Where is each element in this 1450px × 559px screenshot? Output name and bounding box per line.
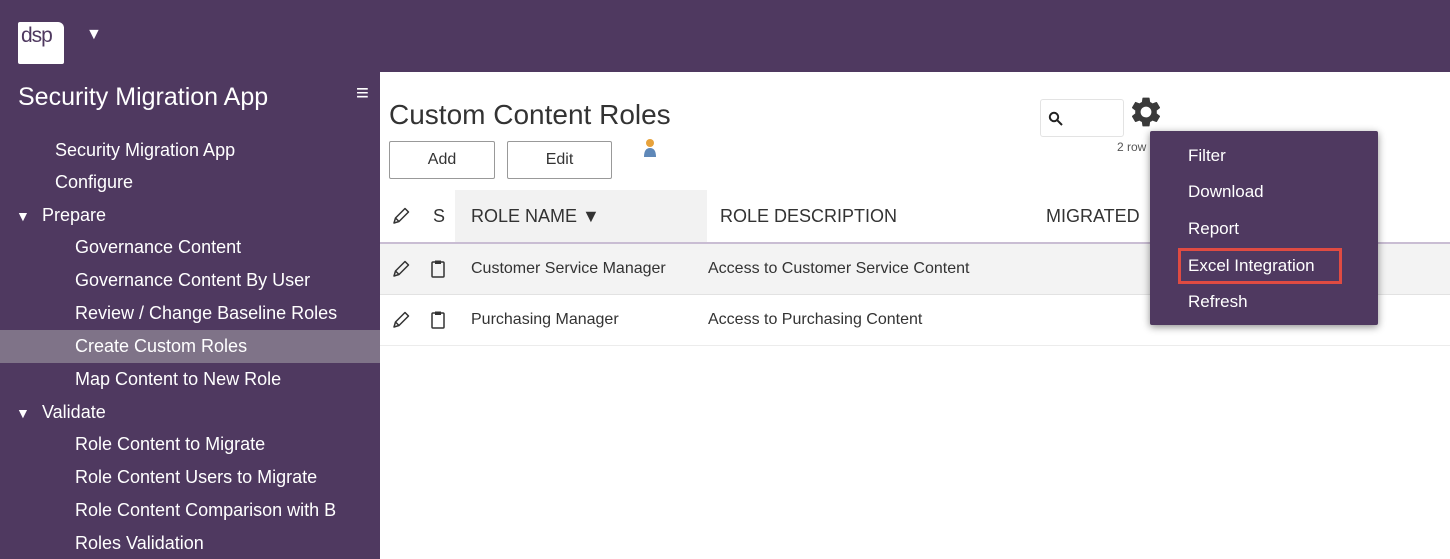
sidebar-section-label: Prepare <box>42 205 107 225</box>
sidebar-item-configure[interactable]: Configure <box>55 166 133 198</box>
role-name-cell: Customer Service Manager <box>471 260 666 277</box>
sidebar-section-prepare[interactable]: ▼ Prepare <box>16 199 106 231</box>
edit-button[interactable]: Edit <box>507 141 612 179</box>
sidebar-item-governance-content-by-user[interactable]: Governance Content By User <box>75 264 310 296</box>
role-name-cell: Purchasing Manager <box>471 311 619 328</box>
column-header-role-description[interactable]: ROLE DESCRIPTION <box>720 190 897 242</box>
row-count-label: 2 row <box>1117 140 1147 154</box>
sidebar-app-title: Security Migration App <box>18 83 269 111</box>
edit-row-pencil-icon[interactable] <box>391 259 411 279</box>
column-header-migrated[interactable]: MIGRATED <box>1046 190 1140 242</box>
menu-item-refresh[interactable]: Refresh <box>1188 287 1248 317</box>
app-switcher-chevron-icon[interactable]: ▼ <box>86 26 102 44</box>
gear-icon[interactable] <box>1128 94 1164 130</box>
column-header-role-name[interactable]: ROLE NAME ▼ <box>471 190 600 242</box>
clipboard-icon[interactable] <box>430 259 446 279</box>
add-button[interactable]: Add <box>389 141 495 179</box>
logo-text: dsp <box>21 24 53 47</box>
sidebar-item-map-content-to-new-role[interactable]: Map Content to New Role <box>75 363 281 395</box>
column-header-s[interactable]: S <box>433 190 445 242</box>
hamburger-menu-icon[interactable]: ≡ <box>356 80 369 106</box>
menu-item-excel-integration[interactable]: Excel Integration <box>1188 251 1315 281</box>
edit-row-pencil-icon[interactable] <box>391 310 411 330</box>
sidebar-item-roles-validation[interactable]: Roles Validation <box>75 527 204 559</box>
search-icon <box>1048 111 1063 126</box>
sidebar-item-governance-content[interactable]: Governance Content <box>75 231 241 263</box>
sidebar-item-review-change-baseline-roles[interactable]: Review / Change Baseline Roles <box>75 297 337 329</box>
sidebar: Security Migration App ≡ Security Migrat… <box>0 72 380 559</box>
sidebar-section-label: Validate <box>42 402 106 422</box>
sidebar-item-security-migration-app[interactable]: Security Migration App <box>55 134 235 166</box>
sidebar-item-role-content-users-to-migrate[interactable]: Role Content Users to Migrate <box>75 461 317 493</box>
expand-triangle-icon: ▼ <box>16 208 30 224</box>
sidebar-item-role-content-to-migrate[interactable]: Role Content to Migrate <box>75 428 265 460</box>
menu-item-download[interactable]: Download <box>1188 177 1264 207</box>
user-icon[interactable] <box>643 138 657 158</box>
page-title: Custom Content Roles <box>389 99 671 130</box>
dsp-logo[interactable]: dsp <box>18 22 64 64</box>
role-description-cell: Access to Purchasing Content <box>708 311 923 328</box>
clipboard-icon[interactable] <box>430 310 446 330</box>
search-input[interactable] <box>1040 99 1124 137</box>
role-description-cell: Access to Customer Service Content <box>708 260 970 277</box>
sidebar-item-create-custom-roles[interactable]: Create Custom Roles <box>75 330 247 362</box>
edit-column-pencil-icon <box>393 207 410 224</box>
sidebar-item-role-content-comparison[interactable]: Role Content Comparison with B <box>75 494 336 526</box>
top-bar: dsp ▼ <box>0 0 1450 72</box>
gear-dropdown-menu: Filter Download Report Excel Integration… <box>1150 131 1378 325</box>
expand-triangle-icon: ▼ <box>16 405 30 421</box>
menu-item-filter[interactable]: Filter <box>1188 141 1226 171</box>
sidebar-section-validate[interactable]: ▼ Validate <box>16 396 106 428</box>
menu-item-report[interactable]: Report <box>1188 214 1239 244</box>
